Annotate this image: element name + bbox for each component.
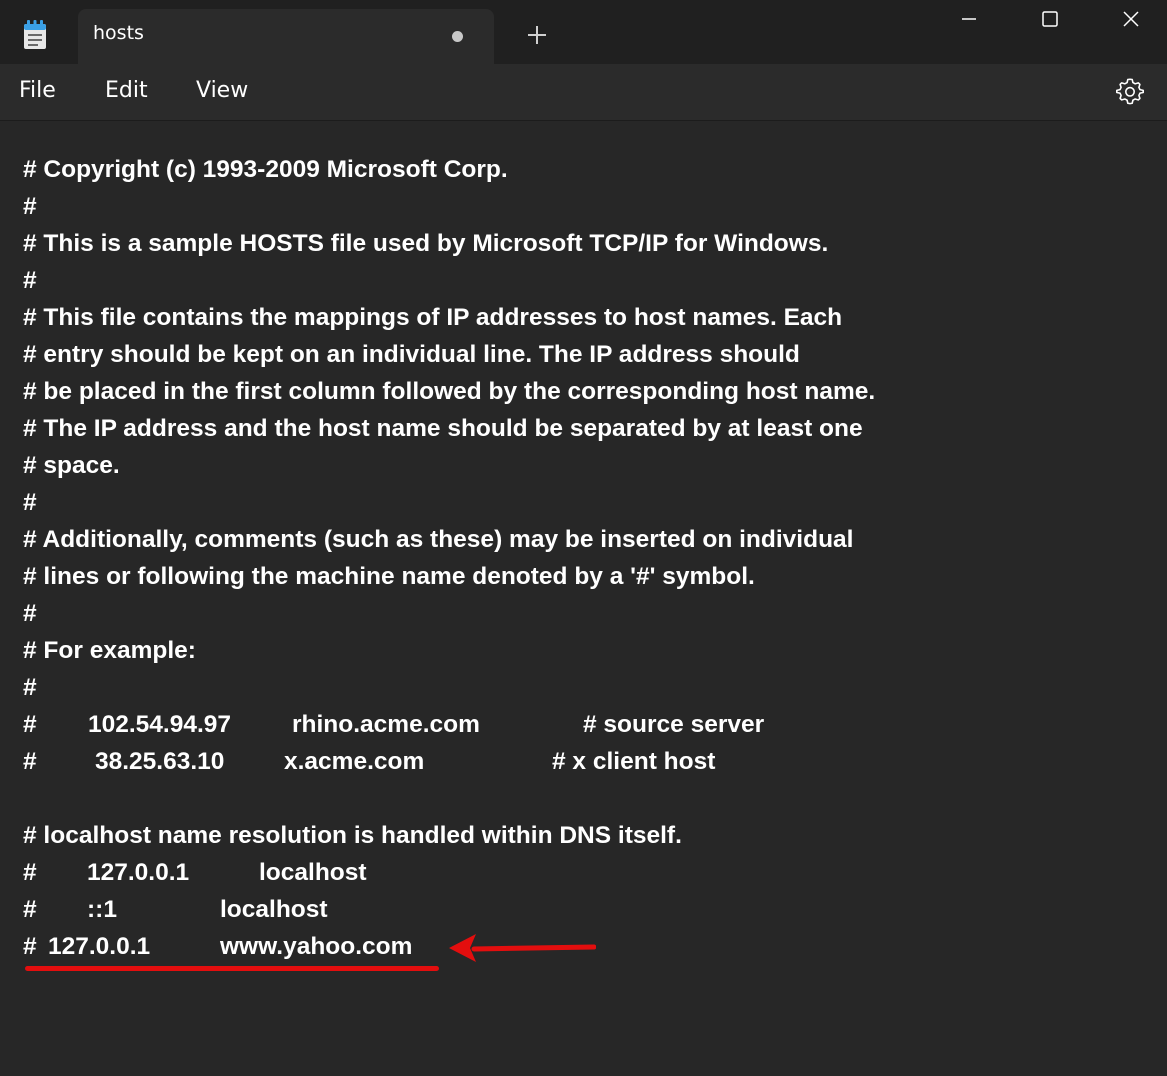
custom-ip: 127.0.0.1 (48, 933, 151, 960)
menu-file[interactable]: File (19, 78, 56, 103)
line-hash: # (23, 896, 37, 923)
text-line-21: # ::1 localhost (23, 891, 623, 928)
example-host: rhino.acme.com (292, 711, 480, 738)
text-line-19: # localhost name resolution is handled w… (23, 822, 682, 849)
line-hash: # (23, 748, 37, 775)
text-line-8: # The IP address and the host name shoul… (23, 415, 863, 442)
text-line-3: # This is a sample HOSTS file used by Mi… (23, 230, 829, 257)
menu-bar: File Edit View (0, 64, 1167, 121)
localhost-host: localhost (220, 896, 328, 923)
localhost-ip: 127.0.0.1 (87, 859, 190, 886)
example-ip: 102.54.94.97 (88, 711, 232, 738)
maximize-icon[interactable] (1036, 6, 1064, 32)
menu-view[interactable]: View (196, 78, 248, 103)
tab-hosts[interactable]: hosts (78, 9, 494, 64)
localhost-ip: ::1 (87, 896, 117, 923)
notepad-icon (24, 20, 46, 49)
text-line-9: # space. (23, 452, 120, 479)
text-line-12: # lines or following the machine name de… (23, 563, 755, 590)
example-ip: 38.25.63.10 (95, 748, 225, 775)
tab-title: hosts (93, 22, 144, 44)
text-line-20: # 127.0.0.1 localhost (23, 854, 623, 891)
line-hash: # (23, 711, 37, 738)
text-line-11: # Additionally, comments (such as these)… (23, 526, 854, 553)
text-line-13: # (23, 600, 37, 627)
text-line-17: # 38.25.63.10 x.acme.com # x client host (23, 743, 923, 780)
highlight-underline (25, 966, 439, 971)
text-line-5: # This file contains the mappings of IP … (23, 304, 843, 331)
text-line-15: # (23, 674, 37, 701)
example-comment: # source server (583, 711, 765, 738)
example-comment: # x client host (552, 748, 716, 775)
text-line-7: # be placed in the first column followed… (23, 378, 876, 405)
example-host: x.acme.com (284, 748, 425, 775)
arrow-left-icon (449, 934, 596, 962)
minimize-icon[interactable] (955, 6, 983, 32)
unsaved-dot-icon[interactable] (452, 31, 463, 42)
line-hash: # (23, 933, 37, 960)
text-line-6: # entry should be kept on an individual … (23, 341, 800, 368)
text-line-1: # Copyright (c) 1993-2009 Microsoft Corp… (23, 156, 508, 183)
custom-host: www.yahoo.com (220, 933, 413, 960)
line-hash: # (23, 859, 37, 886)
text-line-16: # 102.54.94.97 rhino.acme.com # source s… (23, 706, 923, 743)
gear-icon[interactable] (1116, 78, 1144, 106)
text-line-10: # (23, 489, 37, 516)
text-line-4: # (23, 267, 37, 294)
text-line-2: # (23, 193, 37, 220)
localhost-host: localhost (259, 859, 367, 886)
plus-icon[interactable] (524, 22, 550, 48)
text-line-14: # For example: (23, 637, 196, 664)
menu-edit[interactable]: Edit (105, 78, 148, 103)
title-bar: hosts (0, 0, 1167, 64)
close-icon[interactable] (1117, 6, 1145, 32)
